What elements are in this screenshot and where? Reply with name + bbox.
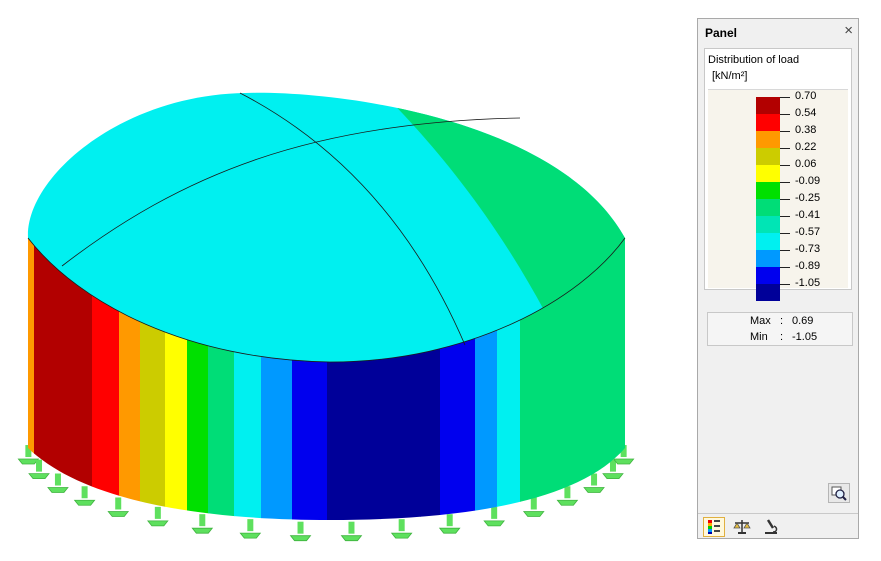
support-node bbox=[47, 473, 69, 493]
model-viewport[interactable] bbox=[0, 0, 690, 561]
legend-swatch bbox=[756, 216, 780, 233]
legend-tick-label: -0.73 bbox=[795, 243, 821, 255]
support-node bbox=[107, 497, 130, 517]
legend-swatch bbox=[756, 284, 780, 301]
panel-tab-bar bbox=[698, 513, 858, 540]
legend-tick-label: -0.89 bbox=[795, 260, 821, 272]
legend-tick bbox=[780, 165, 790, 166]
support-node bbox=[483, 506, 505, 527]
legend-tick-label: 0.06 bbox=[795, 158, 817, 170]
max-min-summary: Max : 0.69 Min : -1.05 bbox=[707, 312, 853, 346]
legend-tick bbox=[780, 233, 790, 234]
separator: : bbox=[780, 315, 784, 327]
support-node bbox=[191, 514, 214, 534]
legend-tick-label: 0.54 bbox=[795, 107, 817, 119]
legend: Distribution of load [kN/m²] 0.70 0.54 0.3… bbox=[704, 48, 852, 301]
legend-tick-label: -0.25 bbox=[795, 192, 821, 204]
separator: : bbox=[780, 331, 784, 343]
legend-tick bbox=[780, 182, 790, 183]
result-panel: Panel × Distribution of load [kN/m²] 0.7… bbox=[697, 18, 859, 539]
legend-title: Distribution of load bbox=[708, 54, 800, 66]
legend-tick-label: -0.41 bbox=[795, 209, 821, 221]
legend-tick bbox=[780, 148, 790, 149]
support-node bbox=[147, 506, 169, 527]
legend-swatch bbox=[756, 267, 780, 284]
support-node bbox=[73, 486, 96, 506]
legend-tick bbox=[780, 114, 790, 115]
legend-tick bbox=[780, 97, 790, 98]
min-value: -1.05 bbox=[792, 331, 818, 343]
support-node bbox=[522, 497, 545, 517]
support-node bbox=[239, 519, 262, 539]
magnifier-icon[interactable] bbox=[828, 483, 850, 503]
support-node bbox=[289, 521, 312, 542]
support-node bbox=[438, 514, 461, 534]
wall-band bbox=[34, 238, 41, 520]
close-icon[interactable]: × bbox=[844, 23, 853, 39]
legend-swatch bbox=[756, 199, 780, 216]
legend-swatch bbox=[756, 131, 780, 148]
legend-tick bbox=[780, 131, 790, 132]
microscope-icon[interactable] bbox=[761, 517, 783, 537]
color-scale-icon[interactable] bbox=[703, 517, 725, 537]
legend-swatch bbox=[756, 165, 780, 182]
legend-tick-label: -0.57 bbox=[795, 226, 821, 238]
panel-header: Panel × bbox=[698, 19, 858, 45]
support-node bbox=[340, 521, 363, 542]
legend-swatch bbox=[756, 97, 780, 114]
legend-tick bbox=[780, 250, 790, 251]
legend-tick bbox=[780, 284, 790, 285]
tank-model bbox=[17, 92, 635, 542]
legend-swatch bbox=[756, 114, 780, 131]
legend-tick-label: -1.05 bbox=[795, 277, 821, 289]
legend-swatch bbox=[756, 233, 780, 250]
legend-tick-label: 0.22 bbox=[795, 141, 817, 153]
legend-tick-label: 0.70 bbox=[795, 90, 817, 102]
min-label: Min bbox=[750, 331, 768, 343]
support-node bbox=[390, 519, 413, 539]
legend-tick-label: 0.38 bbox=[795, 124, 817, 136]
wall-band bbox=[28, 238, 35, 520]
legend-unit: [kN/m²] bbox=[712, 70, 748, 82]
legend-swatch bbox=[756, 148, 780, 165]
legend-tick bbox=[780, 199, 790, 200]
legend-swatch bbox=[756, 182, 780, 199]
color-bar bbox=[756, 97, 780, 301]
max-label: Max bbox=[750, 315, 771, 327]
max-row: Max : 0.69 bbox=[708, 315, 852, 330]
panel-title: Panel bbox=[705, 26, 738, 40]
min-row: Min : -1.05 bbox=[708, 331, 852, 346]
wall-band bbox=[600, 238, 625, 520]
legend-tick-label: -0.09 bbox=[795, 175, 821, 187]
max-value: 0.69 bbox=[792, 315, 814, 327]
legend-swatch bbox=[756, 250, 780, 267]
legend-tick bbox=[780, 267, 790, 268]
balance-icon[interactable] bbox=[732, 517, 754, 537]
legend-tick bbox=[780, 216, 790, 217]
legend-scale: 0.70 0.54 0.38 0.22 0.06 -0.09 -0.25 -0.41 -0.57… bbox=[708, 89, 848, 301]
